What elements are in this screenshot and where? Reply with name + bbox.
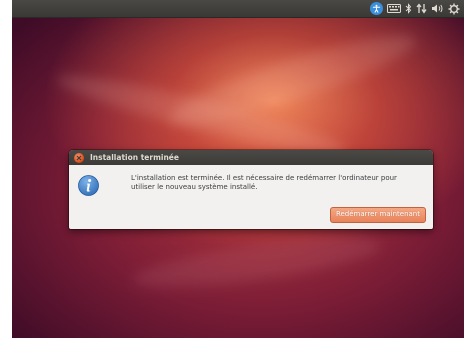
session-indicator[interactable] xyxy=(448,1,460,16)
close-button[interactable] xyxy=(74,152,84,163)
close-icon xyxy=(76,155,82,160)
bluetooth-icon xyxy=(405,3,412,14)
info-icon xyxy=(78,175,99,196)
keyboard-indicator[interactable] xyxy=(387,1,401,16)
dialog-titlebar: Installation terminée xyxy=(69,150,433,165)
bluetooth-indicator[interactable] xyxy=(405,1,412,16)
top-panel xyxy=(12,0,464,18)
dialog-title: Installation terminée xyxy=(90,153,179,162)
network-indicator[interactable] xyxy=(416,1,427,16)
desktop: Installation terminée L'installation est… xyxy=(12,0,464,338)
wallpaper-streak xyxy=(130,227,384,298)
volume-indicator[interactable] xyxy=(431,1,444,16)
installation-complete-dialog: Installation terminée L'installation est… xyxy=(69,150,433,229)
dialog-message: L'installation est terminée. Il est néce… xyxy=(131,174,397,191)
accessibility-indicator[interactable] xyxy=(370,1,383,16)
restart-now-button[interactable]: Redémarrer maintenant xyxy=(329,207,426,223)
indicator-area xyxy=(370,1,460,16)
settings-gear-icon xyxy=(448,3,460,14)
network-icon xyxy=(416,3,427,14)
volume-icon xyxy=(432,4,443,13)
keyboard-icon xyxy=(387,4,401,13)
accessibility-icon xyxy=(370,2,383,15)
